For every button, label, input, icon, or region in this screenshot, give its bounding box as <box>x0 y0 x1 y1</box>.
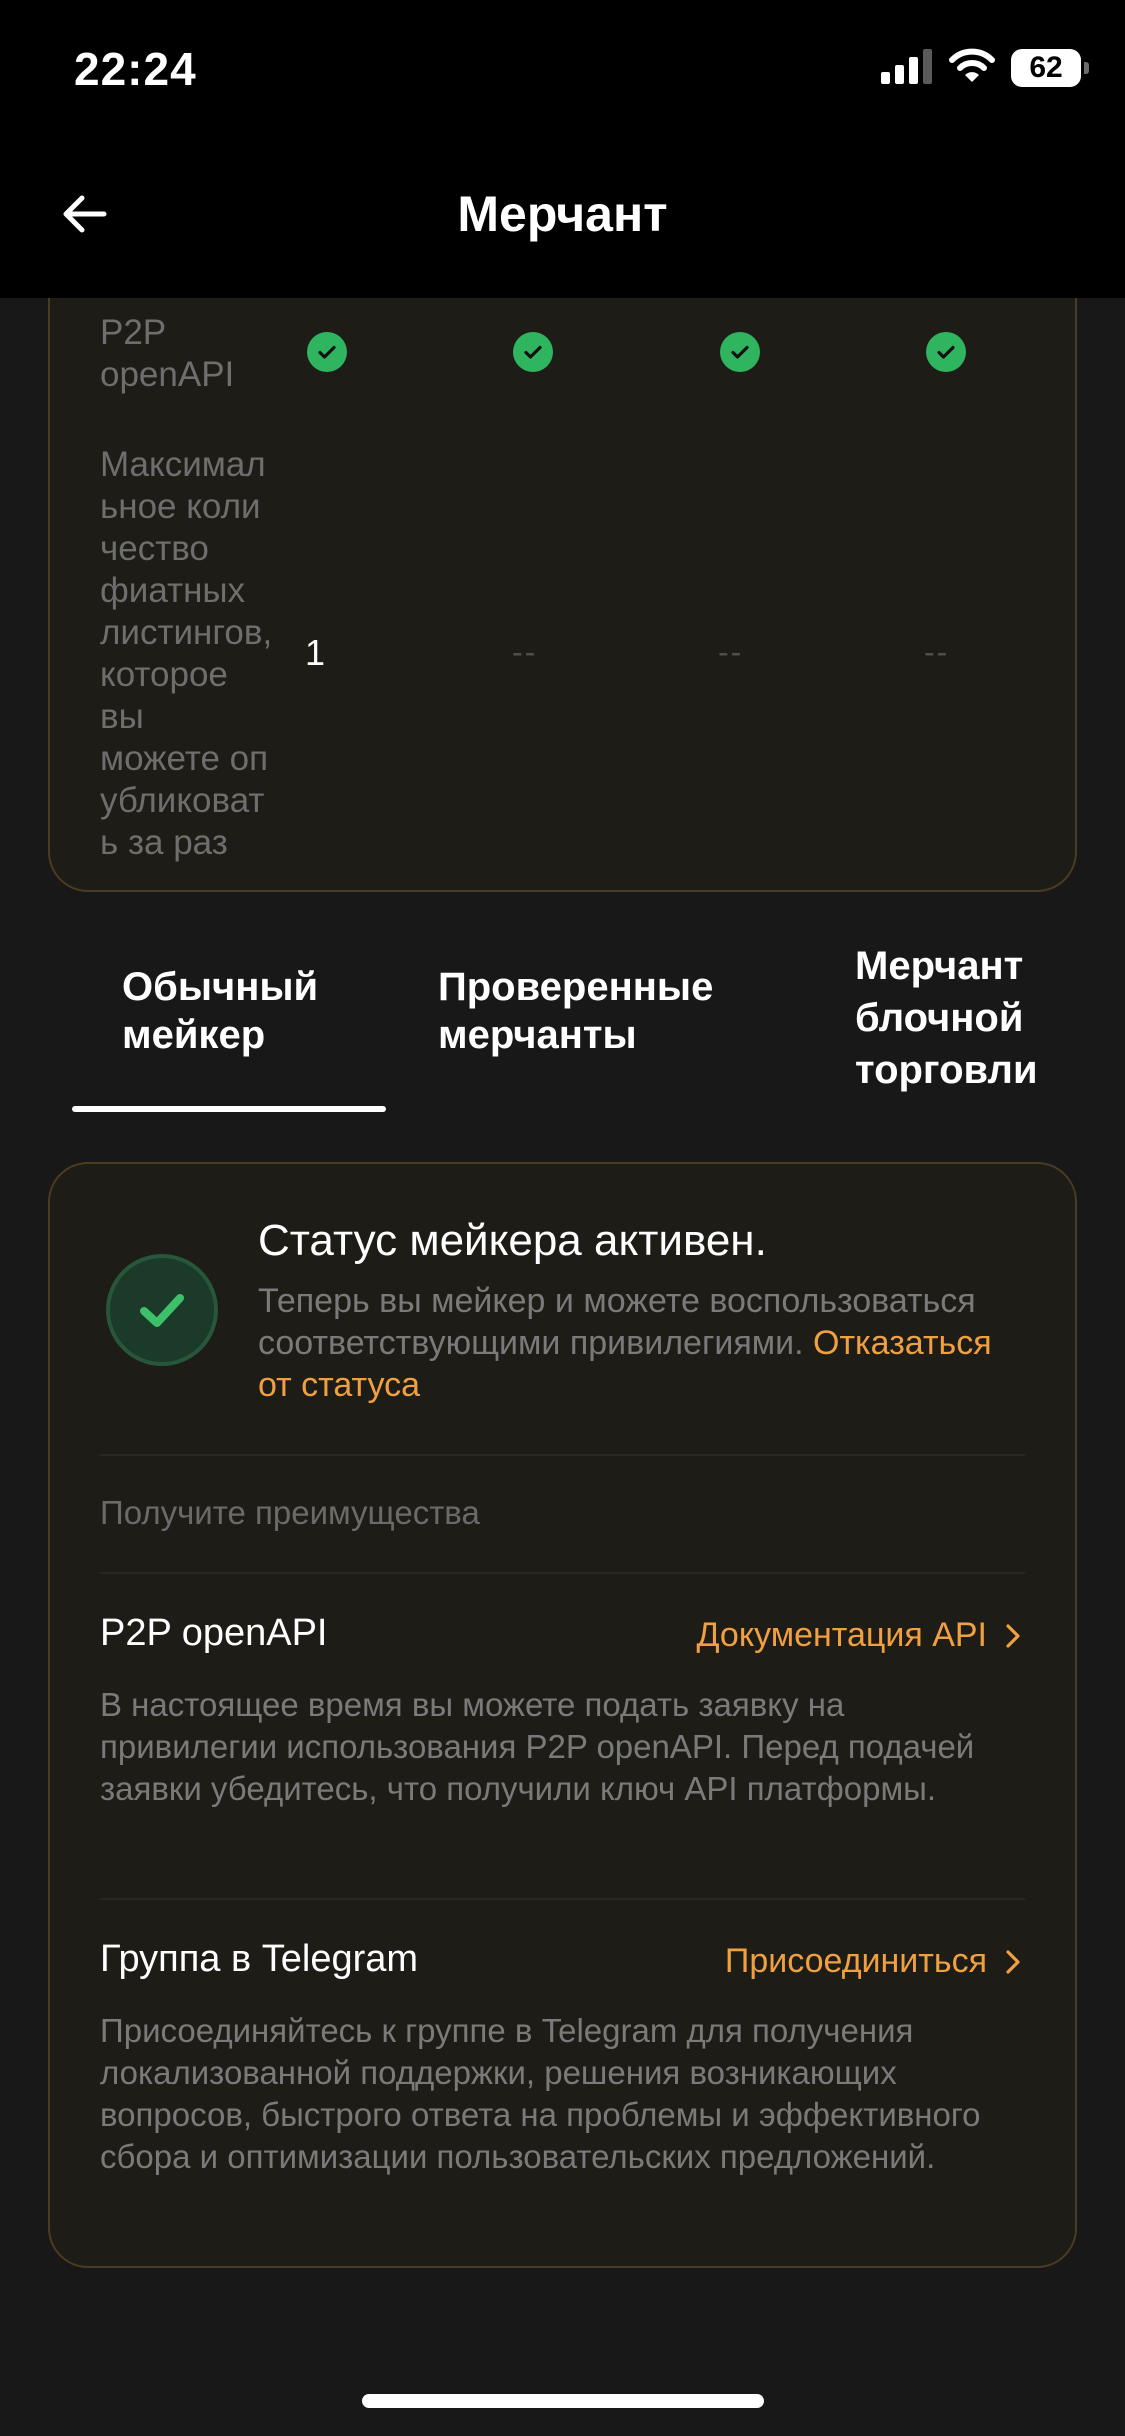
cell-empty: -- <box>924 634 950 670</box>
divider <box>100 1454 1025 1456</box>
feature-title-openapi: P2P openAPI <box>100 1612 328 1654</box>
cell-empty: -- <box>718 634 744 670</box>
home-indicator[interactable] <box>362 2394 764 2408</box>
divider <box>100 1572 1025 1574</box>
check-icon <box>720 332 760 372</box>
status-icons: 62 <box>881 48 1089 89</box>
maker-status-card: Статус мейкера активен. Теперь вы мейкер… <box>48 1162 1077 2268</box>
join-telegram-link[interactable]: Присоединиться <box>725 1942 1021 1981</box>
tab-verified-merchants[interactable]: Проверенные мерчанты <box>438 963 713 1059</box>
feature-description-telegram: Присоединяйтесь к группе в Telegram для … <box>100 2012 981 2175</box>
row-label-max-listings: Максимал ьное коли чество фиатных листин… <box>100 445 273 862</box>
check-icon <box>307 332 347 372</box>
chevron-right-icon <box>1006 1949 1020 1974</box>
feature-title-telegram: Группа в Telegram <box>100 1938 419 1980</box>
wifi-icon <box>949 48 995 89</box>
tab-block-trading-merchant[interactable]: Мерчант блочной торговли <box>855 940 1038 1096</box>
signal-icon <box>881 48 933 89</box>
merchant-page: P2P openAPI Максимал ьное коли чество фи… <box>0 0 1125 2436</box>
active-tab-indicator <box>72 1106 386 1112</box>
row-label-openapi: P2P openAPI <box>100 313 235 394</box>
cell-value: 1 <box>305 632 326 673</box>
check-circle-icon <box>106 1254 218 1366</box>
battery-icon: 62 <box>1011 49 1089 87</box>
check-icon <box>926 332 966 372</box>
divider <box>100 1898 1025 1900</box>
status-title: Статус мейкера активен. <box>258 1216 767 1265</box>
tab-regular-maker[interactable]: Обычный мейкер <box>122 963 318 1059</box>
top-bar: 22:24 62 Мерчант <box>0 0 1125 298</box>
comparison-table: P2P openAPI Максимал ьное коли чество фи… <box>48 220 1077 892</box>
status-time: 22:24 <box>74 43 197 95</box>
page-title: Мерчант <box>457 186 668 242</box>
cell-empty: -- <box>512 634 538 670</box>
chevron-right-icon <box>1006 1623 1020 1648</box>
check-icon <box>513 332 553 372</box>
feature-description-openapi: В настоящее время вы можете подать заявк… <box>100 1686 975 1807</box>
status-description: Теперь вы мейкер и можете воспользоватьс… <box>258 1282 992 1404</box>
benefits-heading: Получите преимущества <box>100 1494 480 1531</box>
api-docs-link[interactable]: Документация API <box>697 1616 1021 1655</box>
